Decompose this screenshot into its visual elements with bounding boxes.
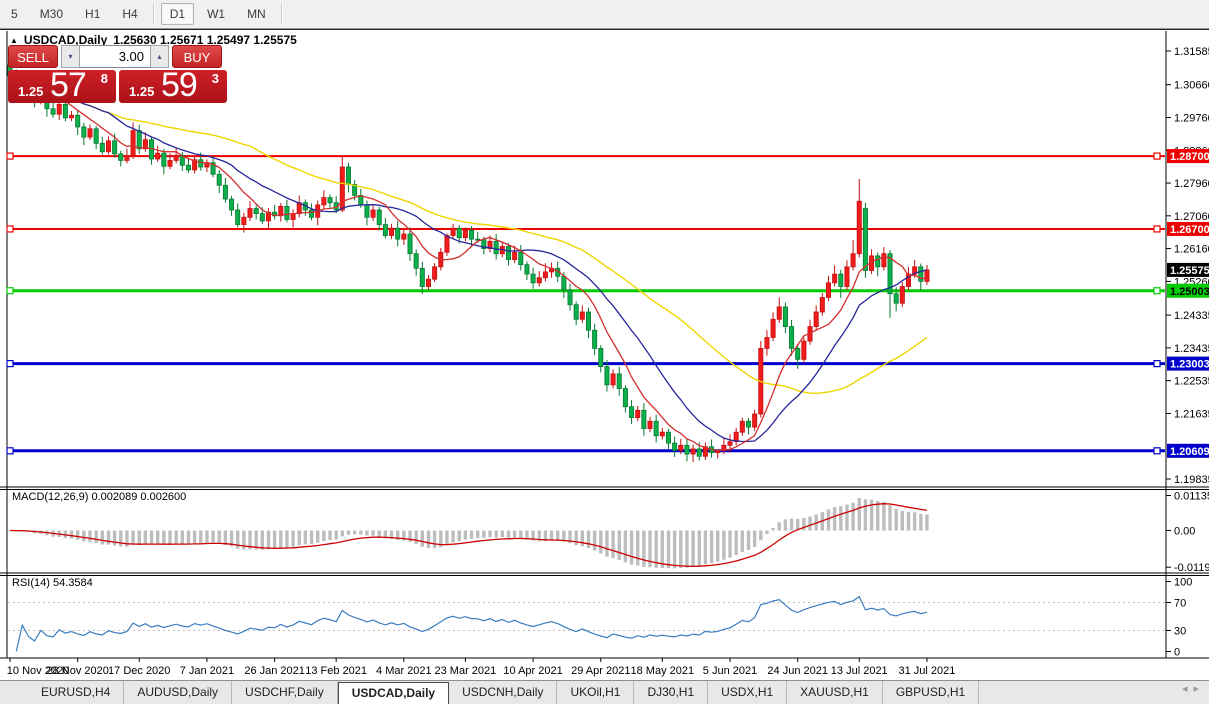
rsi-scale-label: 100	[1174, 577, 1192, 589]
rsi-indicator-label: RSI(14) 54.3584	[12, 577, 93, 589]
tab-scroll-right-icon[interactable]: ▸	[1193, 683, 1205, 695]
date-axis-label: 5 Jun 2021	[703, 665, 757, 677]
chart-tab-usdcad[interactable]: USDCAD,Daily	[337, 682, 450, 704]
date-axis-label: 28 Nov 2020	[46, 665, 108, 677]
rsi-scale-label: 0	[1174, 647, 1180, 659]
timeframe-toolbar: 5 M30 H1 H4 D1 W1 MN	[0, 0, 1209, 29]
spin-down-icon: ▾	[68, 52, 73, 61]
chart-tab-eurusd[interactable]: EURUSD,H4	[28, 681, 125, 704]
price-badge-label: 1.26700	[1170, 224, 1209, 236]
bid-price-box[interactable]: 1.25 57 8	[8, 66, 116, 104]
price-scale-label: 1.19835	[1174, 474, 1209, 486]
price-badge-label: 1.20609	[1170, 446, 1209, 458]
price-badge-label: 1.23003	[1170, 359, 1209, 371]
date-axis-label: 26 Jan 2021	[244, 665, 305, 677]
timeframe-button-m30[interactable]: M30	[31, 3, 72, 25]
price-scale-label: 1.27060	[1174, 211, 1209, 223]
chart-tab-usdcnh[interactable]: USDCNH,Daily	[449, 681, 558, 704]
line-end-marker[interactable]	[6, 225, 14, 233]
date-axis-label: 23 Mar 2021	[435, 665, 497, 677]
date-axis-label: 24 Jun 2021	[767, 665, 828, 677]
date-axis-label: 18 May 2021	[631, 665, 695, 677]
ask-price-box[interactable]: 1.25 59 3	[119, 66, 227, 104]
one-click-trading-panel: SELL ▾ ▴ BUY 1.25 57 8 1.25 59 3	[8, 45, 228, 104]
price-scale-label: 1.21635	[1174, 408, 1209, 420]
date-axis-label: 10 Apr 2021	[503, 665, 562, 677]
timeframe-button-d1[interactable]: D1	[160, 3, 195, 25]
chart-tab-usdx[interactable]: USDX,H1	[708, 681, 788, 704]
line-end-marker[interactable]	[6, 447, 14, 455]
line-end-marker[interactable]	[1153, 447, 1161, 455]
chart-mode-icon: ▲	[10, 35, 18, 45]
price-scale-label: 1.27960	[1174, 178, 1209, 190]
ask-price-main: 59	[161, 66, 198, 104]
date-axis-label: 7 Jan 2021	[180, 665, 234, 677]
price-scale-label: 1.26160	[1174, 244, 1209, 256]
timeframe-button-h4[interactable]: H4	[113, 3, 146, 25]
date-axis-label: 13 Jul 2021	[831, 665, 888, 677]
chart-tab-gbpusd[interactable]: GBPUSD,H1	[883, 681, 980, 704]
price-scale-label: 1.31585	[1174, 46, 1209, 58]
tab-scroll-arrows[interactable]: ◂▸	[1182, 682, 1205, 695]
line-end-marker[interactable]	[1153, 360, 1161, 368]
line-end-marker[interactable]	[6, 287, 14, 295]
timeframe-button-h1[interactable]: H1	[76, 3, 109, 25]
date-axis-label: 31 Jul 2021	[899, 665, 956, 677]
volume-input[interactable]	[80, 45, 150, 68]
macd-indicator-label: MACD(12,26,9) 0.002089 0.002600	[12, 491, 187, 503]
price-scale-label: 1.24335	[1174, 310, 1209, 322]
rsi-scale-label: 30	[1174, 626, 1186, 638]
line-end-marker[interactable]	[1153, 225, 1161, 233]
plot-background	[7, 31, 1166, 680]
price-scale-label: 1.22535	[1174, 376, 1209, 388]
price-badge-label: 1.28700	[1170, 151, 1209, 163]
line-end-marker[interactable]	[1153, 152, 1161, 160]
ask-price-pip: 3	[211, 71, 219, 86]
price-scale-label: 1.30660	[1174, 80, 1209, 92]
spin-up-icon: ▴	[157, 52, 162, 61]
toolbar-separator	[280, 4, 283, 24]
ask-price-prefix: 1.25	[129, 84, 155, 99]
tab-scroll-left-icon[interactable]: ◂	[1182, 683, 1194, 695]
price-scale-label: 1.29760	[1174, 112, 1209, 124]
line-end-marker[interactable]	[6, 152, 14, 160]
bid-price-main: 57	[50, 66, 87, 104]
toolbar-separator	[152, 4, 155, 24]
chart-tab-usdchf[interactable]: USDCHF,Daily	[232, 681, 338, 704]
bid-price-pip: 8	[100, 71, 108, 86]
chart-tab-ukoil[interactable]: UKOil,H1	[557, 681, 635, 704]
rsi-scale-label: 70	[1174, 598, 1186, 610]
chart-tab-xauusd[interactable]: XAUUSD,H1	[787, 681, 883, 704]
date-axis-label: 4 Mar 2021	[376, 665, 432, 677]
price-badge-label: 1.25575	[1170, 265, 1209, 277]
line-end-marker[interactable]	[1153, 287, 1161, 295]
date-axis-label: 29 Apr 2021	[571, 665, 630, 677]
candle	[758, 341, 764, 418]
timeframe-button-w1[interactable]: W1	[198, 3, 234, 25]
macd-scale-label: 0.01135	[1174, 491, 1209, 503]
bid-price-prefix: 1.25	[18, 84, 44, 99]
macd-scale-label: 0.00	[1174, 526, 1195, 538]
candle	[801, 337, 807, 363]
line-end-marker[interactable]	[6, 360, 14, 368]
price-scale-label: 1.23435	[1174, 343, 1209, 355]
date-axis-label: 13 Feb 2021	[305, 665, 367, 677]
chart-tab-audusd[interactable]: AUDUSD,Daily	[124, 681, 233, 704]
price-chart-canvas[interactable]: 1.315851.306601.297601.288601.279601.270…	[0, 30, 1209, 681]
chart-window[interactable]: 1.315851.306601.297601.288601.279601.270…	[0, 29, 1209, 680]
buy-button[interactable]: BUY	[172, 45, 222, 68]
date-axis-label: 17 Dec 2020	[108, 665, 170, 677]
sell-button[interactable]: SELL	[8, 45, 58, 68]
macd-scale-label: -0.01190	[1174, 562, 1209, 574]
timeframe-button-5[interactable]: 5	[2, 3, 27, 25]
volume-increase-button[interactable]: ▴	[150, 45, 169, 68]
volume-decrease-button[interactable]: ▾	[61, 45, 80, 68]
chart-tab-dj30[interactable]: DJ30,H1	[634, 681, 709, 704]
price-badge-label: 1.25003	[1170, 286, 1209, 298]
symbol-tab-bar: EURUSD,H4 AUDUSD,Daily USDCHF,Daily USDCAD,…	[0, 680, 1209, 704]
timeframe-button-mn[interactable]: MN	[238, 3, 275, 25]
